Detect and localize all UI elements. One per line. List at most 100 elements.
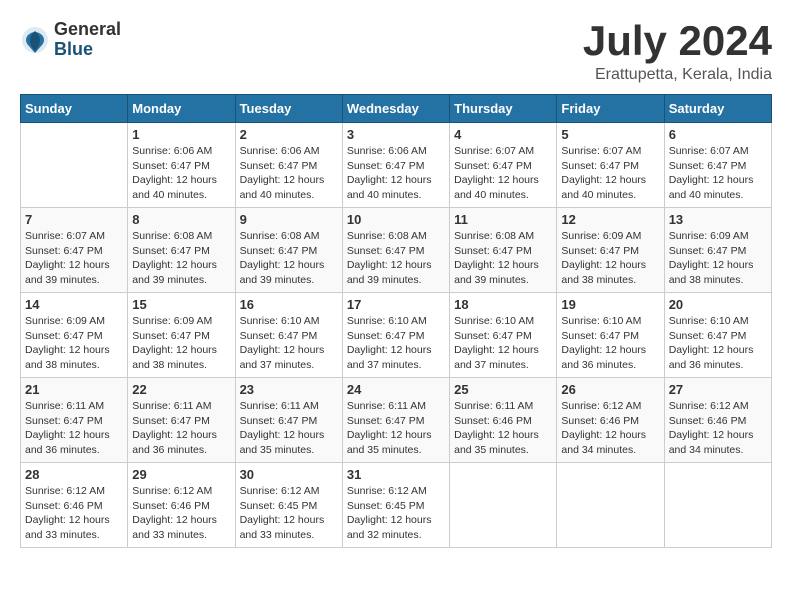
day-number: 25 <box>454 382 552 397</box>
day-info: Sunrise: 6:09 AM Sunset: 6:47 PM Dayligh… <box>132 314 230 373</box>
day-info: Sunrise: 6:12 AM Sunset: 6:46 PM Dayligh… <box>669 399 767 458</box>
day-number: 3 <box>347 127 445 142</box>
day-number: 26 <box>561 382 659 397</box>
location: Erattupetta, Kerala, India <box>583 66 772 84</box>
title-area: July 2024 Erattupetta, Kerala, India <box>583 20 772 84</box>
header-wednesday: Wednesday <box>342 95 449 123</box>
day-number: 29 <box>132 467 230 482</box>
day-number: 2 <box>240 127 338 142</box>
day-info: Sunrise: 6:08 AM Sunset: 6:47 PM Dayligh… <box>347 229 445 288</box>
day-number: 11 <box>454 212 552 227</box>
day-number: 12 <box>561 212 659 227</box>
day-number: 15 <box>132 297 230 312</box>
calendar-table: SundayMondayTuesdayWednesdayThursdayFrid… <box>20 94 772 548</box>
calendar-cell: 29 Sunrise: 6:12 AM Sunset: 6:46 PM Dayli… <box>128 463 235 548</box>
calendar-cell: 15 Sunrise: 6:09 AM Sunset: 6:47 PM Dayli… <box>128 293 235 378</box>
calendar-cell <box>450 463 557 548</box>
calendar-cell: 11Sunrise: 6:08 AM Sunset: 6:47 PM Dayli… <box>450 208 557 293</box>
calendar-cell: 9 Sunrise: 6:08 AM Sunset: 6:47 PM Daylig… <box>235 208 342 293</box>
day-number: 13 <box>669 212 767 227</box>
calendar-cell: 16 Sunrise: 6:10 AM Sunset: 6:47 PM Dayli… <box>235 293 342 378</box>
day-number: 19 <box>561 297 659 312</box>
day-info: Sunrise: 6:10 AM Sunset: 6:47 PM Dayligh… <box>240 314 338 373</box>
logo: General Blue <box>20 20 121 60</box>
calendar-cell: 2 Sunrise: 6:06 AM Sunset: 6:47 PM Daylig… <box>235 123 342 208</box>
day-number: 18 <box>454 297 552 312</box>
day-info: Sunrise: 6:12 AM Sunset: 6:46 PM Dayligh… <box>561 399 659 458</box>
logo-general: General <box>54 20 121 40</box>
day-info: Sunrise: 6:10 AM Sunset: 6:47 PM Dayligh… <box>561 314 659 373</box>
day-info: Sunrise: 6:08 AM Sunset: 6:47 PM Dayligh… <box>240 229 338 288</box>
day-number: 28 <box>25 467 123 482</box>
calendar-cell: 17 Sunrise: 6:10 AM Sunset: 6:47 PM Dayli… <box>342 293 449 378</box>
day-number: 7 <box>25 212 123 227</box>
day-info: Sunrise: 6:09 AM Sunset: 6:47 PM Dayligh… <box>561 229 659 288</box>
day-number: 9 <box>240 212 338 227</box>
day-info: Sunrise: 6:07 AM Sunset: 6:47 PM Dayligh… <box>669 144 767 203</box>
day-info: Sunrise: 6:07 AM Sunset: 6:47 PM Dayligh… <box>561 144 659 203</box>
day-number: 5 <box>561 127 659 142</box>
day-info: Sunrise: 6:10 AM Sunset: 6:47 PM Dayligh… <box>669 314 767 373</box>
week-row-4: 21 Sunrise: 6:11 AM Sunset: 6:47 PM Dayli… <box>21 378 772 463</box>
calendar-cell: 7 Sunrise: 6:07 AM Sunset: 6:47 PM Daylig… <box>21 208 128 293</box>
day-number: 24 <box>347 382 445 397</box>
day-info: Sunrise: 6:07 AM Sunset: 6:47 PM Dayligh… <box>25 229 123 288</box>
calendar-header: SundayMondayTuesdayWednesdayThursdayFrid… <box>21 95 772 123</box>
day-info: Sunrise: 6:12 AM Sunset: 6:46 PM Dayligh… <box>25 484 123 543</box>
day-number: 8 <box>132 212 230 227</box>
week-row-5: 28 Sunrise: 6:12 AM Sunset: 6:46 PM Dayli… <box>21 463 772 548</box>
logo-icon <box>20 25 50 55</box>
day-number: 20 <box>669 297 767 312</box>
day-number: 22 <box>132 382 230 397</box>
calendar-cell: 13 Sunrise: 6:09 AM Sunset: 6:47 PM Dayli… <box>664 208 771 293</box>
day-number: 30 <box>240 467 338 482</box>
week-row-3: 14 Sunrise: 6:09 AM Sunset: 6:47 PM Dayli… <box>21 293 772 378</box>
day-number: 17 <box>347 297 445 312</box>
day-info: Sunrise: 6:12 AM Sunset: 6:46 PM Dayligh… <box>132 484 230 543</box>
day-info: Sunrise: 6:12 AM Sunset: 6:45 PM Dayligh… <box>240 484 338 543</box>
header-row: SundayMondayTuesdayWednesdayThursdayFrid… <box>21 95 772 123</box>
day-info: Sunrise: 6:06 AM Sunset: 6:47 PM Dayligh… <box>132 144 230 203</box>
day-info: Sunrise: 6:10 AM Sunset: 6:47 PM Dayligh… <box>454 314 552 373</box>
calendar-cell: 8 Sunrise: 6:08 AM Sunset: 6:47 PM Daylig… <box>128 208 235 293</box>
calendar-cell: 5 Sunrise: 6:07 AM Sunset: 6:47 PM Daylig… <box>557 123 664 208</box>
day-number: 6 <box>669 127 767 142</box>
day-number: 4 <box>454 127 552 142</box>
header-monday: Monday <box>128 95 235 123</box>
page-header: General Blue July 2024 Erattupetta, Kera… <box>20 20 772 84</box>
day-number: 23 <box>240 382 338 397</box>
day-number: 27 <box>669 382 767 397</box>
day-number: 10 <box>347 212 445 227</box>
calendar-cell: 25Sunrise: 6:11 AM Sunset: 6:46 PM Dayli… <box>450 378 557 463</box>
calendar-cell: 3Sunrise: 6:06 AM Sunset: 6:47 PM Daylig… <box>342 123 449 208</box>
calendar-cell: 14 Sunrise: 6:09 AM Sunset: 6:47 PM Dayli… <box>21 293 128 378</box>
calendar-cell: 22 Sunrise: 6:11 AM Sunset: 6:47 PM Dayli… <box>128 378 235 463</box>
day-number: 31 <box>347 467 445 482</box>
day-info: Sunrise: 6:09 AM Sunset: 6:47 PM Dayligh… <box>669 229 767 288</box>
day-number: 1 <box>132 127 230 142</box>
day-info: Sunrise: 6:07 AM Sunset: 6:47 PM Dayligh… <box>454 144 552 203</box>
header-thursday: Thursday <box>450 95 557 123</box>
calendar-cell: 4 Sunrise: 6:07 AM Sunset: 6:47 PM Daylig… <box>450 123 557 208</box>
day-info: Sunrise: 6:08 AM Sunset: 6:47 PM Dayligh… <box>132 229 230 288</box>
day-info: Sunrise: 6:09 AM Sunset: 6:47 PM Dayligh… <box>25 314 123 373</box>
day-info: Sunrise: 6:11 AM Sunset: 6:47 PM Dayligh… <box>240 399 338 458</box>
month-title: July 2024 <box>583 20 772 62</box>
day-info: Sunrise: 6:11 AM Sunset: 6:47 PM Dayligh… <box>347 399 445 458</box>
day-info: Sunrise: 6:10 AM Sunset: 6:47 PM Dayligh… <box>347 314 445 373</box>
day-info: Sunrise: 6:11 AM Sunset: 6:47 PM Dayligh… <box>132 399 230 458</box>
calendar-cell: 12 Sunrise: 6:09 AM Sunset: 6:47 PM Dayli… <box>557 208 664 293</box>
calendar-cell: 19 Sunrise: 6:10 AM Sunset: 6:47 PM Dayli… <box>557 293 664 378</box>
header-tuesday: Tuesday <box>235 95 342 123</box>
day-number: 21 <box>25 382 123 397</box>
calendar-body: 1 Sunrise: 6:06 AM Sunset: 6:47 PM Daylig… <box>21 123 772 548</box>
week-row-2: 7 Sunrise: 6:07 AM Sunset: 6:47 PM Daylig… <box>21 208 772 293</box>
calendar-cell: 23 Sunrise: 6:11 AM Sunset: 6:47 PM Dayli… <box>235 378 342 463</box>
day-number: 14 <box>25 297 123 312</box>
day-info: Sunrise: 6:06 AM Sunset: 6:47 PM Dayligh… <box>240 144 338 203</box>
calendar-cell: 27 Sunrise: 6:12 AM Sunset: 6:46 PM Dayli… <box>664 378 771 463</box>
calendar-cell: 28 Sunrise: 6:12 AM Sunset: 6:46 PM Dayli… <box>21 463 128 548</box>
day-number: 16 <box>240 297 338 312</box>
calendar-cell <box>21 123 128 208</box>
day-info: Sunrise: 6:12 AM Sunset: 6:45 PM Dayligh… <box>347 484 445 543</box>
